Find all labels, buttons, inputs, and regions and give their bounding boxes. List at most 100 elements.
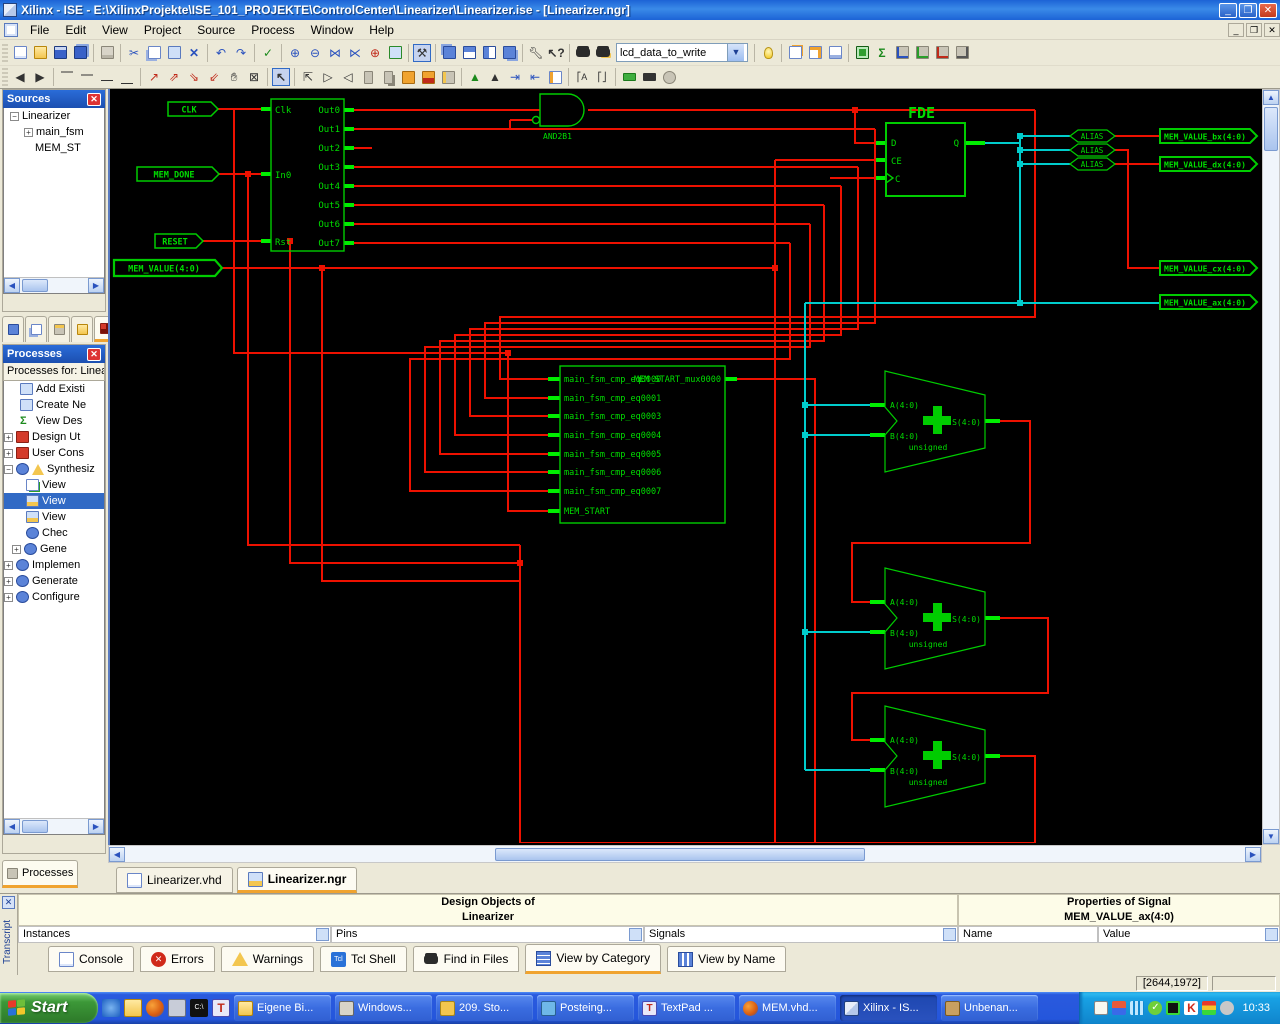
net-lower2-icon[interactable]: ⎽ <box>118 68 136 86</box>
route-4-icon[interactable]: ⇙ <box>205 68 223 86</box>
scroll-box-icon[interactable] <box>943 928 956 941</box>
toolbar-grip-2[interactable] <box>2 68 8 86</box>
zoom-full-view-icon[interactable]: ⋈ <box>326 44 344 62</box>
mdi-restore-button[interactable]: ❐ <box>1246 22 1262 37</box>
tab-library-view[interactable] <box>71 316 93 342</box>
find-in-project-icon[interactable] <box>594 44 612 62</box>
chevron-down-icon[interactable]: ▼ <box>727 44 744 61</box>
undo-icon[interactable]: ↶ <box>212 44 230 62</box>
menu-file[interactable]: File <box>22 21 57 39</box>
customize-wrench-icon[interactable]: 🔧︎ <box>527 44 545 62</box>
tray-update-icon[interactable] <box>1112 1001 1127 1015</box>
scroll-down-icon[interactable]: ▼ <box>1263 829 1279 844</box>
zoom-area-icon[interactable]: ⊕ <box>366 44 384 62</box>
push-view-icon[interactable]: ⇤ <box>526 68 544 86</box>
pin-name-b-icon[interactable]: ⎡⎦ <box>593 68 611 86</box>
taskbar-button-windows[interactable]: Windows... <box>335 995 432 1021</box>
net-upper-icon[interactable]: ⎺ <box>58 68 76 86</box>
clock-globe-icon[interactable] <box>660 68 678 86</box>
hierarchy-up-icon[interactable]: ▲ <box>466 68 484 86</box>
transcript-close-icon[interactable]: ✕ <box>2 896 15 909</box>
timing-constraint-1-icon[interactable] <box>893 44 911 62</box>
taskbar-button-eigene[interactable]: Eigene Bi... <box>234 995 331 1021</box>
expand-icon[interactable]: + <box>4 448 13 458</box>
tree-item-linearizer[interactable]: − Linearizer <box>4 108 104 124</box>
quicklaunch-firefox-icon[interactable] <box>146 999 164 1017</box>
filter-orange-icon[interactable] <box>399 68 417 86</box>
menu-view[interactable]: View <box>94 21 136 39</box>
tree-item-mem-st[interactable]: MEM_ST <box>4 140 104 156</box>
design-summary-icon[interactable]: Σ <box>873 44 891 62</box>
zoom-in-icon[interactable]: ⊕ <box>286 44 304 62</box>
ascend-icon[interactable]: ◁ <box>339 68 357 86</box>
tray-antivirus-check-icon[interactable]: ✓ <box>1148 1001 1163 1015</box>
quicklaunch-cmd-icon[interactable]: C:\ <box>190 999 208 1017</box>
pop-view-icon[interactable]: ⇥ <box>506 68 524 86</box>
signal-combobox-input[interactable] <box>617 46 727 59</box>
tab-snapshot-view[interactable] <box>48 316 70 342</box>
delete-icon[interactable]: ✕ <box>185 44 203 62</box>
print-icon[interactable] <box>98 44 116 62</box>
process-implement-design[interactable]: + Implemen <box>4 557 104 573</box>
cascade-windows-icon[interactable] <box>440 44 458 62</box>
net-lower-icon[interactable]: ⎼ <box>98 68 116 86</box>
process-configure-target-device[interactable]: + Configure <box>4 589 104 605</box>
menu-process[interactable]: Process <box>243 21 302 39</box>
col-instances[interactable]: Instances <box>18 926 331 943</box>
net-upper2-icon[interactable]: ⎻ <box>78 68 96 86</box>
zoom-out-icon[interactable]: ⊖ <box>306 44 324 62</box>
process-view-rtl-schematic[interactable]: View <box>4 493 104 509</box>
tab-warnings[interactable]: Warnings <box>220 946 314 972</box>
minimize-button[interactable]: _ <box>1219 2 1237 18</box>
scroll-thumb[interactable] <box>495 847 865 861</box>
tab-find-in-files[interactable]: Find in Files <box>412 946 520 972</box>
start-flag-green-icon[interactable] <box>620 68 638 86</box>
timing-constraint-3-icon[interactable] <box>933 44 951 62</box>
zoom-selection-icon[interactable]: ⋉ <box>346 44 364 62</box>
tab-files-view[interactable] <box>25 316 47 342</box>
route-3-icon[interactable]: ⇘ <box>185 68 203 86</box>
col-name[interactable]: Name <box>958 926 1098 943</box>
route-2-icon[interactable]: ⇗ <box>165 68 183 86</box>
cut-icon[interactable]: ✂ <box>125 44 143 62</box>
process-view-synthesis-report[interactable]: View <box>4 477 104 493</box>
toggle-panel-icon[interactable]: ✓ <box>259 44 277 62</box>
col-value[interactable]: Value <box>1098 926 1280 943</box>
filter-abc-icon[interactable] <box>419 68 437 86</box>
adder-3[interactable]: A(4:0) B(4:0) S(4:0) unsigned <box>884 705 986 808</box>
paste-icon[interactable] <box>165 44 183 62</box>
processes-hscrollbar[interactable]: ◀ ▶ <box>4 818 104 834</box>
close-button[interactable]: ✕ <box>1259 2 1277 18</box>
processes-close-icon[interactable]: ✕ <box>87 347 101 361</box>
sources-close-icon[interactable]: ✕ <box>87 92 101 106</box>
forward-icon[interactable]: ▶ <box>31 68 49 86</box>
mdi-minimize-button[interactable]: _ <box>1228 22 1244 37</box>
open-project-icon[interactable] <box>31 44 49 62</box>
redo-icon[interactable]: ↷ <box>232 44 250 62</box>
process-generate-programming-file[interactable]: + Generate <box>4 573 104 589</box>
tab-module-view[interactable] <box>2 316 24 342</box>
tray-kaspersky-icon[interactable]: K <box>1184 1001 1199 1015</box>
tab-view-by-category[interactable]: View by Category <box>525 944 662 974</box>
expand-icon[interactable]: + <box>4 560 13 570</box>
fde-block[interactable]: FDE D CE C Q <box>885 104 966 197</box>
tray-traffic-icon[interactable] <box>1202 1001 1217 1015</box>
quicklaunch-calculator-icon[interactable] <box>168 999 186 1017</box>
quicklaunch-textpad-icon[interactable]: T <box>212 999 230 1017</box>
schematic-vscrollbar[interactable]: ▲ ▼ <box>1262 89 1280 845</box>
process-user-constraints[interactable]: + User Cons <box>4 445 104 461</box>
tab-console[interactable]: Console <box>48 946 135 972</box>
tab-processes[interactable]: Processes <box>2 860 79 888</box>
scroll-left-icon[interactable]: ◀ <box>109 846 125 862</box>
process-design-utilities[interactable]: + Design Ut <box>4 429 104 445</box>
collapse-icon[interactable]: − <box>4 464 13 474</box>
instance-b-icon[interactable] <box>379 68 397 86</box>
mdi-close-button[interactable]: ✕ <box>1264 22 1280 37</box>
pan-hand-icon[interactable]: ✋︎ <box>225 68 243 86</box>
pin-name-a-icon[interactable]: ⎡A <box>573 68 591 86</box>
hint-bulb-icon[interactable] <box>759 44 777 62</box>
scroll-box-icon[interactable] <box>629 928 642 941</box>
tray-mail-icon[interactable] <box>1094 1001 1109 1015</box>
new-document-icon[interactable] <box>11 44 29 62</box>
schematic-canvas[interactable]: Clk In0 Rst Out0 Out1 Out2 Out3 Out4 Out… <box>0 89 1262 845</box>
